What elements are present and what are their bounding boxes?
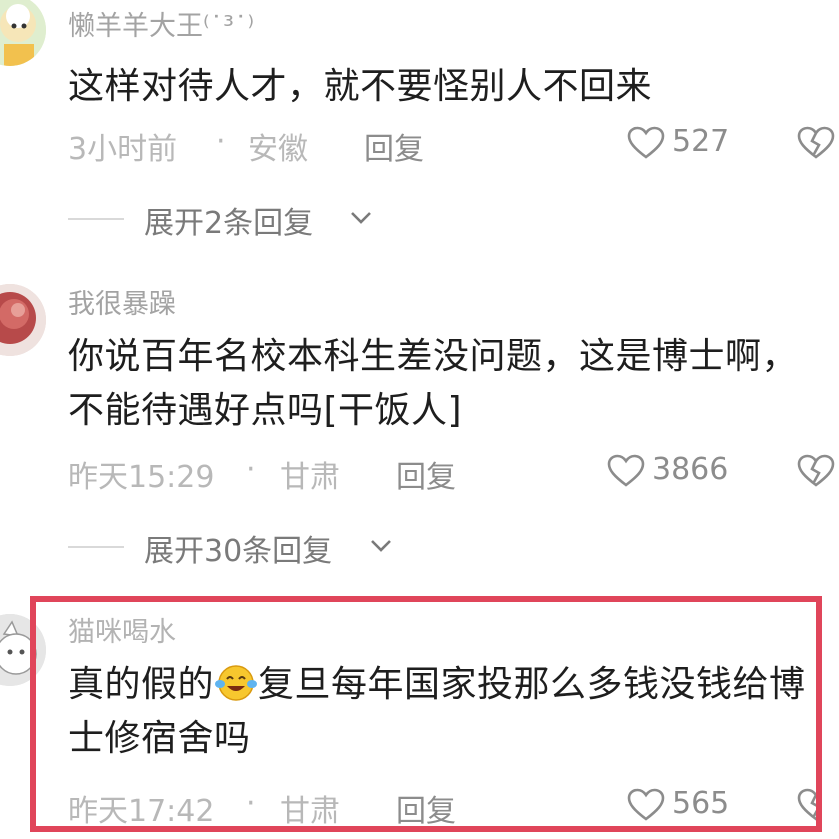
highlight-box: [30, 596, 822, 832]
location: 安徽: [248, 132, 308, 167]
timestamp: 昨天15:29: [68, 460, 215, 495]
expand-replies-button[interactable]: 展开2条回复: [68, 198, 388, 241]
avatar[interactable]: [0, 0, 46, 66]
avatar[interactable]: [0, 284, 46, 356]
broken-heart-icon: [797, 126, 835, 159]
username[interactable]: 我很暴躁: [68, 282, 176, 321]
separator-dot: ·: [216, 124, 226, 159]
sheep-avatar-icon: [0, 0, 46, 66]
separator-dot: ·: [246, 452, 256, 487]
location: 甘肃: [280, 460, 340, 495]
divider-line: [68, 546, 124, 548]
broken-heart-icon: [797, 454, 835, 487]
comment-text: 这样对待人才，就不要怪别人不回来: [68, 66, 653, 107]
username[interactable]: 懒羊羊大王⁽˙³˙⁾: [68, 4, 254, 43]
dislike-button[interactable]: [796, 452, 836, 492]
like-button[interactable]: 3866: [606, 452, 746, 492]
like-button[interactable]: 527: [626, 124, 746, 164]
like-count: 3866: [652, 452, 729, 487]
heart-icon: [627, 126, 665, 159]
rose-avatar-icon: [0, 284, 46, 356]
expand-replies-label: 展开2条回复: [144, 206, 314, 241]
dislike-button[interactable]: [796, 124, 836, 164]
like-count: 527: [672, 124, 730, 159]
comment-text: 你说百年名校本科生差没问题，这是博士啊，不能待遇好点吗[干饭人]: [68, 336, 799, 431]
heart-icon: [607, 454, 645, 487]
expand-replies-label: 展开30条回复: [144, 534, 333, 569]
reply-button[interactable]: 回复: [396, 452, 456, 496]
chevron-down-icon: [351, 212, 371, 224]
expand-replies-button[interactable]: 展开30条回复: [68, 526, 408, 569]
chevron-down-icon: [371, 540, 391, 552]
reply-button[interactable]: 回复: [364, 124, 424, 168]
timestamp: 3小时前: [68, 132, 178, 167]
divider-line: [68, 218, 124, 220]
